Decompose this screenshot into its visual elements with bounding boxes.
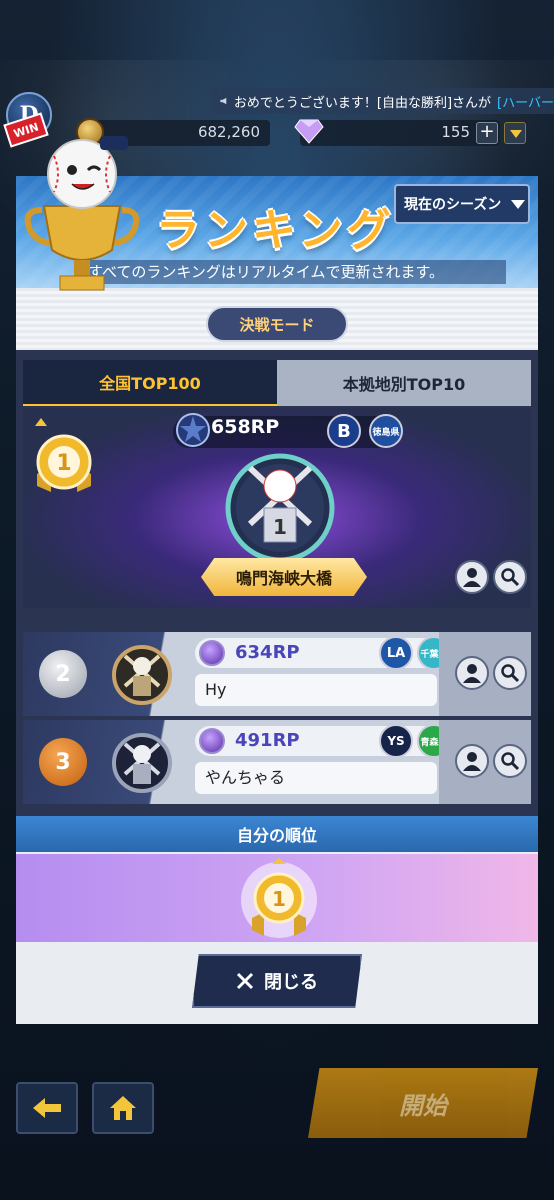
first-player-name: 鳴門海峡大橋 bbox=[201, 558, 367, 596]
row-player-name: やんちゃる bbox=[195, 762, 437, 794]
start-label: 開始 bbox=[399, 1091, 447, 1120]
ticker-highlight: [ハーバー bbox=[497, 95, 554, 111]
team-letter: B bbox=[337, 420, 351, 442]
rank-badge: 2 bbox=[39, 650, 87, 698]
mode-button[interactable]: 決戦モード bbox=[206, 306, 348, 342]
row-team-logo: YS bbox=[379, 724, 413, 758]
row-team-logo: LA bbox=[379, 636, 413, 670]
tab-label: 全国TOP100 bbox=[99, 374, 201, 393]
person-icon bbox=[463, 752, 481, 771]
tab-label: 本拠地別TOP10 bbox=[342, 375, 466, 394]
rank-number: 2 bbox=[55, 661, 71, 687]
silver-emblem-icon bbox=[112, 645, 172, 705]
search-icon bbox=[501, 664, 520, 683]
search-icon bbox=[501, 752, 520, 771]
row-profile-button[interactable] bbox=[455, 744, 489, 778]
team-letter: LA bbox=[386, 645, 406, 661]
row-player-name: Hy bbox=[195, 674, 437, 706]
plus-label: + bbox=[479, 121, 495, 142]
world-league-icon bbox=[176, 413, 210, 447]
mascot-trophy-icon bbox=[24, 136, 140, 291]
home-icon bbox=[110, 1096, 136, 1120]
person-icon bbox=[463, 664, 481, 683]
first-place-emblem-icon: 1 bbox=[225, 453, 335, 563]
start-button[interactable]: 開始 bbox=[308, 1068, 538, 1138]
gold-rank-badge-icon: 1 bbox=[35, 418, 92, 492]
add-gems-button[interactable]: + bbox=[476, 122, 498, 144]
ranking-row[interactable]: 2 634RP LA 千葉県 Hy bbox=[23, 632, 531, 716]
row-search-button[interactable] bbox=[493, 744, 527, 778]
first-name-text: 鳴門海峡大橋 bbox=[235, 569, 332, 588]
announcement-ticker: おめでとうございます！[自由な勝利]さんが [ハーバー bbox=[212, 88, 554, 114]
bronze-emblem-icon bbox=[112, 733, 172, 793]
first-place-card: 1 658RP B 徳島県 1 鳴門海峡大橋 bbox=[23, 408, 531, 608]
first-rank-number: 1 bbox=[56, 451, 71, 476]
row-profile-button[interactable] bbox=[455, 656, 489, 690]
row-rp-value: 634RP bbox=[235, 642, 300, 663]
purple-league-icon bbox=[199, 640, 225, 666]
first-profile-button[interactable] bbox=[455, 560, 489, 594]
gem-counter: 155 + bbox=[294, 119, 500, 146]
chevron-down-icon bbox=[511, 199, 526, 209]
megaphone-icon bbox=[220, 97, 227, 105]
my-rank-title-text: 自分の順位 bbox=[236, 826, 317, 845]
region-label: 徳島県 bbox=[372, 427, 400, 438]
ranking-row[interactable]: 3 491RP YS 青森県 やんちゃる bbox=[23, 720, 531, 804]
ranking-tabs: 全国TOP100 本拠地別TOP10 bbox=[23, 360, 531, 406]
search-icon bbox=[501, 568, 520, 587]
season-label: 現在のシーズン bbox=[404, 197, 502, 213]
first-region-badge: 徳島県 bbox=[369, 414, 403, 448]
team-letter: YS bbox=[387, 734, 405, 748]
home-button[interactable] bbox=[92, 1082, 154, 1134]
tab-national-top100[interactable]: 全国TOP100 bbox=[23, 360, 277, 406]
my-rank-panel: 1 bbox=[16, 854, 538, 942]
gem-value: 155 bbox=[441, 123, 470, 141]
my-rank-number: 1 bbox=[272, 887, 286, 911]
close-button[interactable]: 閉じる bbox=[192, 954, 362, 1008]
modal-title: ランキング bbox=[156, 205, 395, 256]
back-button[interactable] bbox=[16, 1082, 78, 1134]
row-rp-value: 491RP bbox=[235, 730, 300, 751]
coin-value: 682,260 bbox=[197, 123, 260, 141]
rank-badge: 3 bbox=[39, 738, 87, 786]
gem-icon bbox=[294, 119, 324, 144]
close-label: 閉じる bbox=[264, 972, 318, 993]
expand-menu-button[interactable] bbox=[504, 122, 526, 144]
close-icon bbox=[236, 972, 254, 990]
purple-league-icon bbox=[199, 728, 225, 754]
ranking-panel: 全国TOP100 本拠地別TOP10 1 658RP B 徳島県 1 鳴門海峡大… bbox=[16, 350, 538, 816]
first-team-logo: B bbox=[327, 414, 361, 448]
my-rank-badge-icon: 1 bbox=[241, 858, 317, 938]
rank-number: 3 bbox=[55, 749, 71, 775]
ticker-text: おめでとうございます！[自由な勝利]さんが bbox=[233, 95, 492, 111]
tab-home-region-top10[interactable]: 本拠地別TOP10 bbox=[277, 360, 531, 406]
my-rank-title: 自分の順位 bbox=[16, 816, 538, 852]
row-search-button[interactable] bbox=[493, 656, 527, 690]
first-search-button[interactable] bbox=[493, 560, 527, 594]
back-arrow-icon bbox=[33, 1098, 61, 1118]
mode-label: 決戦モード bbox=[239, 315, 315, 334]
emblem-number: 1 bbox=[273, 515, 287, 539]
season-dropdown[interactable]: 現在のシーズン bbox=[394, 184, 530, 224]
first-rp-value: 658RP bbox=[211, 416, 280, 438]
person-icon bbox=[463, 568, 481, 587]
